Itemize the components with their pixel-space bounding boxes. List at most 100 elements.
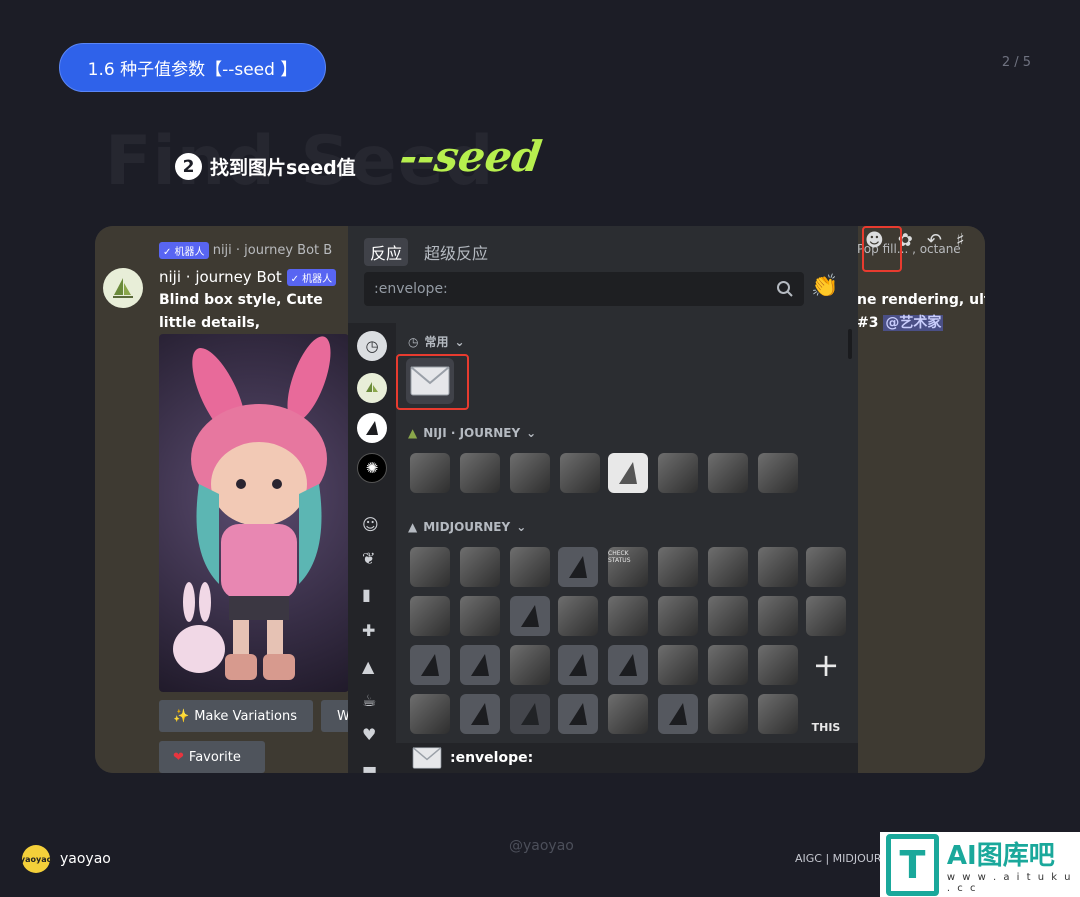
sail-icon	[669, 703, 687, 725]
aituku-title: AI图库吧	[946, 841, 1055, 871]
midjourney-server-icon[interactable]	[357, 413, 387, 443]
aituku-url: w w w . a i t u k u . c c	[946, 872, 1073, 894]
clock-icon[interactable]: ◷	[357, 331, 387, 361]
make-variations-button[interactable]: ✨ Make Variations	[159, 700, 313, 732]
step-number: 2	[175, 153, 202, 180]
niji-sail-icon	[366, 382, 378, 392]
mj-sail-emoji[interactable]	[410, 645, 450, 685]
mj-sail-emoji[interactable]	[510, 694, 550, 734]
mj-sail-emoji[interactable]	[608, 645, 648, 685]
leaf-category-icon[interactable]: ❦	[362, 549, 375, 568]
highlight-add-reaction	[862, 226, 902, 272]
grid-scrollbar[interactable]	[848, 329, 852, 359]
category-rail: ◷ ✺ ☺ ❦ ▮ ✚ ▲ ☕ ♥ ▬	[348, 323, 396, 773]
niji-emoji[interactable]	[708, 453, 748, 493]
mj-emoji[interactable]	[460, 596, 500, 636]
mj-sail-emoji[interactable]	[558, 645, 598, 685]
object-category-icon[interactable]: ☕	[362, 691, 376, 710]
generated-image[interactable]	[159, 334, 349, 692]
niji-emoji[interactable]	[410, 453, 450, 493]
mj-emoji[interactable]	[758, 694, 798, 734]
mj-sail-emoji[interactable]	[460, 694, 500, 734]
emoji-search-input[interactable]: :envelope:	[364, 272, 804, 306]
folder-category-icon[interactable]: ▬	[362, 759, 377, 773]
clap-icon[interactable]: 👏	[811, 274, 838, 299]
mj-emoji[interactable]	[510, 645, 550, 685]
reply-line: ✓ 机器人 niji · journey Bot B	[159, 242, 332, 259]
seed-word: --seed	[396, 132, 545, 181]
mj-emoji[interactable]	[806, 547, 846, 587]
bunny-girl-illustration	[173, 336, 331, 680]
mj-sail-emoji[interactable]	[460, 645, 500, 685]
discord-screenshot: ✓ 机器人 niji · journey Bot B niji · journe…	[95, 226, 985, 773]
emoji-preview-name: :envelope:	[450, 750, 534, 766]
mj-emoji[interactable]	[708, 645, 748, 685]
username[interactable]: niji · journey Bot ✓ 机器人	[159, 268, 337, 286]
message-right-line2: #3 @艺术家	[857, 312, 985, 335]
mj-emoji[interactable]	[608, 694, 648, 734]
reply-icon[interactable]: ↶	[927, 230, 942, 251]
this-emoji[interactable]: THIS	[806, 694, 846, 734]
niji-server-icon[interactable]	[357, 373, 387, 403]
mj-emoji[interactable]	[758, 596, 798, 636]
username-text: niji · journey Bot	[159, 268, 282, 286]
brand-name: yaoyao	[60, 851, 111, 867]
gamepad-category-icon[interactable]: ✚	[362, 621, 375, 640]
mj-emoji[interactable]	[460, 547, 500, 587]
midjourney-sail-icon	[366, 421, 378, 435]
niji-emoji[interactable]	[510, 453, 550, 493]
sail-icon	[569, 654, 587, 676]
sail-boat-icon	[113, 278, 133, 298]
mj-sail-emoji[interactable]	[510, 596, 550, 636]
watermark: @yaoyao	[509, 838, 574, 854]
mention-tag[interactable]: @艺术家	[883, 315, 944, 331]
check-status-emoji[interactable]: CHECK STATUS	[608, 547, 648, 587]
magic-wand-icon: ✨	[173, 708, 190, 724]
mj-emoji[interactable]	[410, 547, 450, 587]
add-emoji-button[interactable]: +	[806, 645, 846, 685]
tab-super-reactions[interactable]: 超级反应	[418, 238, 494, 266]
section-mid-label: MIDJOURNEY	[423, 520, 511, 534]
mj-emoji[interactable]	[510, 547, 550, 587]
mj-emoji[interactable]	[558, 596, 598, 636]
tab-reactions[interactable]: 反应	[364, 238, 409, 266]
openai-server-icon[interactable]: ✺	[357, 453, 387, 483]
section-frequent-label: 常用	[424, 335, 449, 349]
travel-category-icon[interactable]: ▲	[362, 657, 374, 676]
mj-emoji[interactable]	[410, 596, 450, 636]
niji-emoji[interactable]	[560, 453, 600, 493]
mj-sail-emoji[interactable]	[558, 547, 598, 587]
niji-emoji[interactable]	[658, 453, 698, 493]
step-title: 找到图片seed值	[210, 157, 356, 179]
mj-emoji[interactable]	[708, 547, 748, 587]
mj-emoji[interactable]	[658, 547, 698, 587]
mj-emoji[interactable]	[658, 645, 698, 685]
niji-emoji[interactable]	[758, 453, 798, 493]
mj-emoji[interactable]	[806, 596, 846, 636]
midjourney-small-icon: ▲	[408, 520, 418, 534]
mj-emoji[interactable]	[708, 694, 748, 734]
niji-emoji[interactable]	[460, 453, 500, 493]
sail-icon	[619, 462, 637, 484]
food-category-icon[interactable]: ▮	[362, 585, 371, 604]
message-right-number: #3	[857, 315, 879, 331]
mj-emoji[interactable]	[708, 596, 748, 636]
mj-sail-emoji[interactable]	[658, 694, 698, 734]
aituku-logo: T AI图库吧 w w w . a i t u k u . c c	[880, 832, 1080, 897]
mj-emoji[interactable]	[608, 596, 648, 636]
mj-emoji[interactable]	[758, 547, 798, 587]
bot-tag: ✓ 机器人	[286, 269, 337, 286]
bot-avatar[interactable]	[103, 268, 143, 308]
smile-category-icon[interactable]: ☺	[362, 515, 379, 534]
mj-emoji[interactable]	[658, 596, 698, 636]
heart-category-icon[interactable]: ♥	[362, 725, 376, 744]
section-niji: ▲ NIJI · JOURNEY ⌄	[408, 426, 536, 440]
reply-bot-tag: ✓ 机器人	[159, 242, 209, 259]
mj-emoji[interactable]	[758, 645, 798, 685]
mj-emoji[interactable]	[410, 694, 450, 734]
favorite-button[interactable]: ❤ Favorite	[159, 741, 265, 773]
thread-icon[interactable]: ♯	[956, 230, 965, 251]
mj-sail-emoji[interactable]	[558, 694, 598, 734]
niji-sail-emoji[interactable]	[608, 453, 648, 493]
footer-tagline: AIGC | MIDJOUR	[795, 852, 882, 865]
